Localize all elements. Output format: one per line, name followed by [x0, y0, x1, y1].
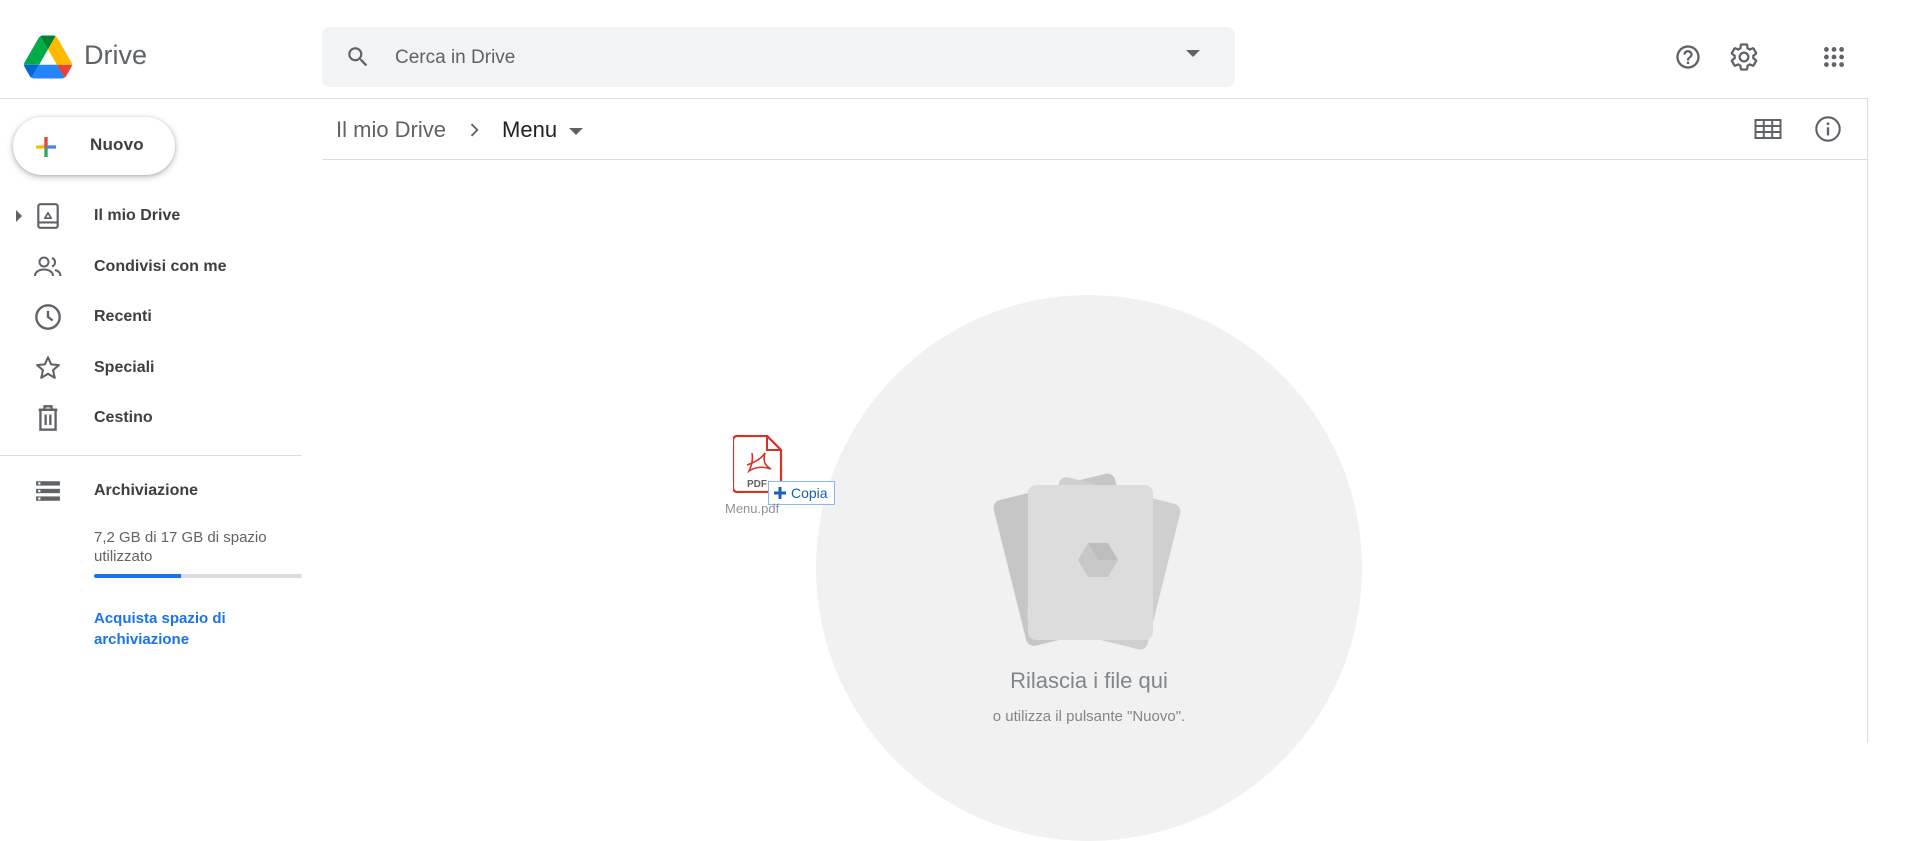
- sidebar-item-label: Speciali: [94, 359, 155, 376]
- chevron-right-icon: [470, 123, 479, 137]
- search-icon[interactable]: [345, 44, 371, 70]
- breadcrumb-root[interactable]: Il mio Drive: [336, 117, 446, 143]
- pdf-type-label: PDF: [747, 479, 767, 490]
- apps-grid-icon: [1824, 47, 1844, 67]
- storage-progress-bar: [94, 574, 302, 578]
- sidebar-item-my-drive[interactable]: Il mio Drive: [0, 193, 300, 239]
- breadcrumb-current-folder[interactable]: Menu: [502, 117, 557, 143]
- sidebar-item-trash[interactable]: Cestino: [0, 395, 300, 441]
- sidebar-item-storage[interactable]: Archiviazione: [0, 468, 300, 514]
- settings-button[interactable]: [1724, 37, 1764, 77]
- drive-logo-icon[interactable]: [24, 35, 72, 79]
- new-button[interactable]: Nuovo: [13, 117, 175, 175]
- new-button-label: Nuovo: [90, 135, 144, 154]
- app-name[interactable]: Drive: [84, 40, 147, 71]
- drop-zone-title: Rilascia i file qui: [1010, 668, 1168, 693]
- details-button[interactable]: [1808, 112, 1848, 146]
- grid-view-icon: [1754, 119, 1782, 139]
- plus-icon: [36, 137, 56, 157]
- people-icon: [33, 252, 63, 282]
- chevron-down-icon[interactable]: [569, 127, 584, 135]
- clock-icon: [33, 302, 63, 332]
- drop-files-illustration: [993, 473, 1181, 650]
- dragged-file-name: Menu.pdf: [725, 501, 780, 516]
- storage-icon: [33, 476, 63, 506]
- breadcrumb: Il mio Drive Menu: [336, 113, 584, 147]
- storage-usage-text: 7,2 GB di 17 GB di spazio utilizzato: [94, 529, 267, 565]
- search-options-icon[interactable]: [1186, 50, 1200, 57]
- help-icon: [1676, 45, 1700, 69]
- settings-icon: [1730, 43, 1758, 71]
- drop-zone-subtitle: o utilizza il pulsante "Nuovo".: [992, 708, 1186, 725]
- sidebar-item-label: Condivisi con me: [94, 258, 227, 275]
- plus-icon: [774, 487, 786, 499]
- sidebar-item-label: Il mio Drive: [94, 207, 181, 224]
- header-divider: [0, 98, 1868, 99]
- expand-arrow-icon[interactable]: [16, 210, 22, 222]
- content-header-divider: [322, 159, 1868, 160]
- sidebar-item-label: Recenti: [94, 308, 152, 325]
- trash-icon: [33, 403, 63, 433]
- buy-storage-link[interactable]: Acquista spazio di archiviazione: [94, 608, 294, 650]
- my-drive-icon: [33, 201, 63, 231]
- help-button[interactable]: [1668, 37, 1708, 77]
- apps-button[interactable]: [1814, 37, 1854, 77]
- storage-progress-fill: [94, 574, 182, 578]
- sidebar-item-shared-with-me[interactable]: Condivisi con me: [0, 244, 300, 290]
- star-icon: [33, 353, 63, 383]
- sidebar-divider: [0, 455, 302, 456]
- sidebar-item-label: Cestino: [94, 409, 153, 426]
- grid-view-button[interactable]: [1748, 112, 1788, 146]
- sidebar-item-recent[interactable]: Recenti: [0, 294, 300, 340]
- drag-action-label: Copia: [791, 485, 828, 501]
- content-right-border: [1867, 98, 1868, 743]
- sidebar-item-starred[interactable]: Speciali: [0, 345, 300, 391]
- info-icon: [1815, 116, 1841, 142]
- search-input[interactable]: [393, 28, 1137, 88]
- storage-label: Archiviazione: [94, 482, 199, 499]
